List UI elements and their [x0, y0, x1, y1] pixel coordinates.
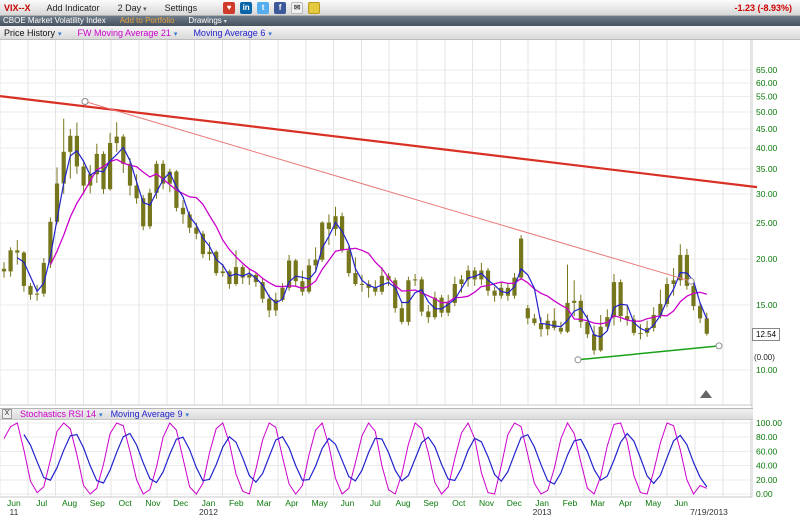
svg-text:15.00: 15.00: [756, 300, 778, 310]
svg-text:7/19/2013: 7/19/2013: [690, 507, 728, 517]
svg-text:60.00: 60.00: [756, 78, 778, 88]
svg-text:Feb: Feb: [563, 498, 578, 508]
svg-text:65.00: 65.00: [756, 65, 778, 75]
svg-text:Sep: Sep: [90, 498, 105, 508]
chevron-down-icon: ▾: [143, 6, 147, 13]
svg-text:Oct: Oct: [452, 498, 466, 508]
email-icon[interactable]: ✉: [291, 2, 303, 14]
svg-text:100.00: 100.00: [756, 418, 782, 428]
svg-text:Apr: Apr: [285, 498, 298, 508]
svg-text:Feb: Feb: [229, 498, 244, 508]
ma6-dropdown[interactable]: Moving Average 6▾: [193, 28, 271, 38]
svg-text:40.00: 40.00: [756, 461, 778, 471]
chevron-down-icon: ▾: [268, 31, 272, 38]
close-indicator-button[interactable]: X: [2, 409, 12, 419]
svg-text:Nov: Nov: [145, 498, 161, 508]
favorite-icon[interactable]: ♥: [223, 2, 235, 14]
symbol-label[interactable]: VIX--X: [4, 3, 31, 13]
change-value-label: (0.00): [754, 353, 775, 362]
svg-text:20.00: 20.00: [756, 254, 778, 264]
drawings-menu[interactable]: Drawings▾: [188, 17, 226, 25]
svg-text:Aug: Aug: [396, 498, 411, 508]
last-price-tag: 12.54: [752, 328, 780, 341]
svg-text:Sep: Sep: [423, 498, 438, 508]
indicator-panel-header: X Stochastics RSI 14▾ Moving Average 9▾: [0, 408, 753, 420]
svg-text:11: 11: [9, 507, 18, 517]
chevron-down-icon: ▾: [99, 412, 103, 419]
svg-text:55.00: 55.00: [756, 92, 778, 102]
note-icon[interactable]: [308, 2, 320, 14]
settings-button[interactable]: Settings: [165, 3, 198, 13]
svg-text:Aug: Aug: [62, 498, 77, 508]
stoch-ma-label: Moving Average 9: [111, 409, 183, 419]
chevron-down-icon: ▾: [58, 31, 62, 38]
period-label: 2 Day: [118, 3, 142, 13]
add-indicator-button[interactable]: Add Indicator: [47, 3, 100, 13]
svg-text:Oct: Oct: [118, 498, 132, 508]
price-change-label: -1.23 (-8.93%): [734, 3, 792, 13]
ma21-dropdown[interactable]: FW Moving Average 21▾: [78, 28, 178, 38]
chart-canvas[interactable]: 10.00 15.00 20.00 25.00 30.00 35.00 40.00 45.00…: [0, 40, 800, 523]
svg-text:Dec: Dec: [173, 498, 189, 508]
toolbar: VIX--X Add Indicator 2 Day▾ Settings ♥ i…: [0, 0, 800, 16]
svg-text:20.00: 20.00: [756, 475, 778, 485]
svg-text:30.00: 30.00: [756, 189, 778, 199]
svg-text:May: May: [312, 498, 329, 508]
svg-text:Jun: Jun: [341, 498, 355, 508]
ma21-label: FW Moving Average 21: [78, 28, 171, 38]
svg-text:10.00: 10.00: [756, 365, 778, 375]
chevron-down-icon: ▾: [224, 19, 227, 25]
svg-text:Mar: Mar: [257, 498, 272, 508]
symbol-description: CBOE Market Volatility Index: [3, 17, 106, 25]
svg-text:50.00: 50.00: [756, 107, 778, 117]
svg-text:80.00: 80.00: [756, 432, 778, 442]
drawings-label: Drawings: [188, 16, 221, 25]
stoch-ma-dropdown[interactable]: Moving Average 9▾: [111, 410, 189, 419]
svg-text:Apr: Apr: [619, 498, 632, 508]
svg-text:Jun: Jun: [674, 498, 688, 508]
svg-text:Dec: Dec: [507, 498, 523, 508]
svg-text:60.00: 60.00: [756, 446, 778, 456]
linkedin-icon[interactable]: in: [240, 2, 252, 14]
svg-text:May: May: [645, 498, 662, 508]
svg-text:2013: 2013: [533, 507, 552, 517]
add-to-portfolio-link[interactable]: Add to Portfolio: [120, 17, 175, 25]
svg-text:25.00: 25.00: [756, 218, 778, 228]
price-history-dropdown[interactable]: Price History▾: [4, 28, 62, 38]
twitter-icon[interactable]: t: [257, 2, 269, 14]
stoch-rsi-dropdown[interactable]: Stochastics RSI 14▾: [20, 410, 103, 419]
svg-text:35.00: 35.00: [756, 164, 778, 174]
svg-text:2012: 2012: [199, 507, 218, 517]
social-icon-row: ♥ in t f ✉: [223, 2, 320, 14]
chevron-down-icon: ▾: [174, 31, 178, 38]
svg-text:0.00: 0.00: [756, 489, 773, 499]
chart-area: 10.00 15.00 20.00 25.00 30.00 35.00 40.00 45.00…: [0, 40, 800, 523]
svg-text:Mar: Mar: [590, 498, 605, 508]
svg-text:Jul: Jul: [370, 498, 381, 508]
period-dropdown[interactable]: 2 Day▾: [118, 3, 147, 13]
facebook-icon[interactable]: f: [274, 2, 286, 14]
svg-text:40.00: 40.00: [756, 143, 778, 153]
price-history-label: Price History: [4, 28, 55, 38]
chevron-down-icon: ▾: [185, 412, 189, 419]
svg-text:45.00: 45.00: [756, 124, 778, 134]
stoch-rsi-label: Stochastics RSI 14: [20, 409, 96, 419]
ma6-label: Moving Average 6: [193, 28, 265, 38]
symbol-info-bar: CBOE Market Volatility Index Add to Port…: [0, 16, 800, 26]
svg-text:Jul: Jul: [36, 498, 47, 508]
legend-bar: Price History▾ FW Moving Average 21▾ Mov…: [0, 26, 800, 40]
svg-text:Nov: Nov: [479, 498, 495, 508]
